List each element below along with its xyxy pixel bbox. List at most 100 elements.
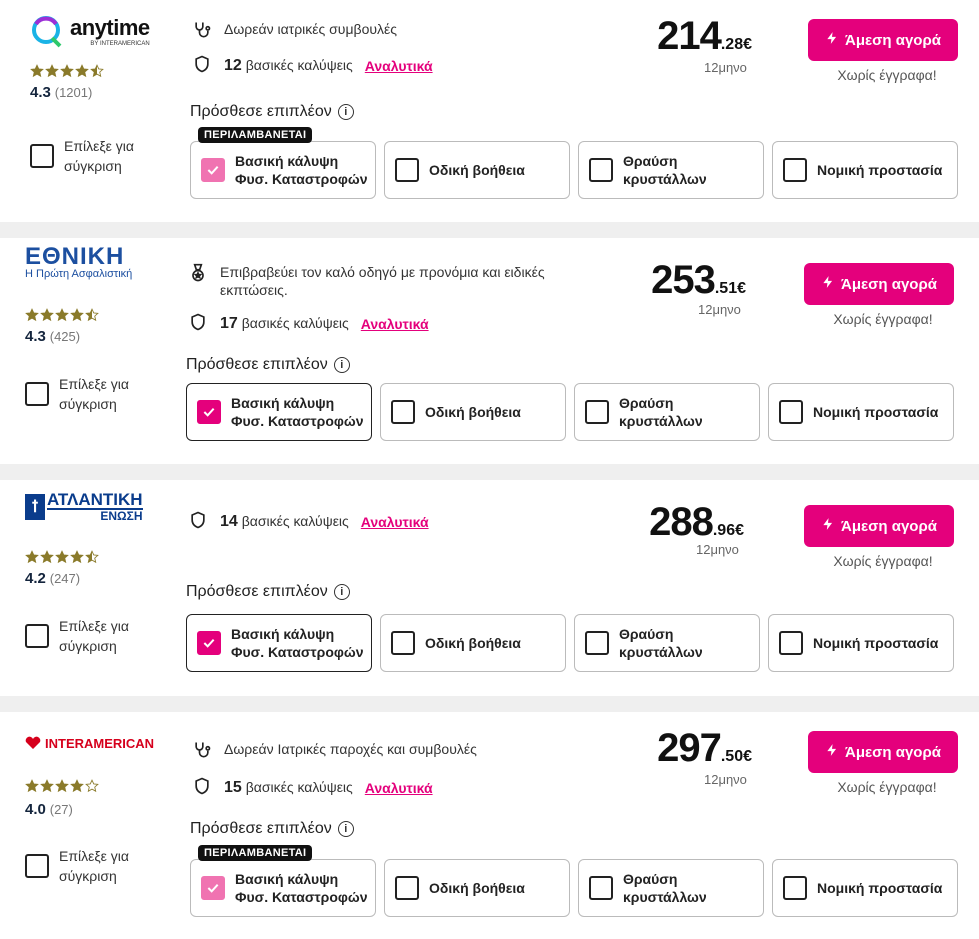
addon-checkbox[interactable] bbox=[395, 876, 419, 900]
star-icon bbox=[85, 779, 99, 793]
star-icon bbox=[85, 550, 99, 564]
buy-now-button[interactable]: Άμεση αγορά bbox=[804, 505, 954, 547]
addon-checkbox[interactable] bbox=[197, 400, 221, 424]
info-icon[interactable]: i bbox=[337, 821, 354, 837]
price-integer: 253 bbox=[651, 258, 716, 302]
compare-label: Επίλεξε για σύγκριση bbox=[59, 376, 129, 412]
addon-checkbox[interactable] bbox=[589, 158, 613, 182]
buy-now-button[interactable]: Άμεση αγορά bbox=[808, 19, 958, 61]
price: 214.28€ bbox=[592, 14, 752, 59]
logo-subtext: Η Πρώτη Ασφαλιστική bbox=[25, 268, 133, 280]
details-link[interactable]: Αναλυτικά bbox=[361, 514, 429, 530]
info-icon[interactable]: i bbox=[337, 104, 354, 120]
perk-row: Δωρεάν ιατρικές συμβουλές bbox=[192, 20, 592, 43]
addon-checkbox[interactable] bbox=[589, 876, 613, 900]
addon-checkbox[interactable] bbox=[783, 158, 807, 182]
addon-option[interactable]: Βασική κάλυψη Φυσ. Καταστροφών bbox=[186, 383, 372, 441]
addon-option[interactable]: Νομική προστασία bbox=[768, 614, 954, 672]
addon-option[interactable]: Θραύση κρυστάλλων bbox=[574, 614, 760, 672]
addon-label: Θραύση κρυστάλλων bbox=[623, 153, 707, 187]
compare-checkbox[interactable]: Επίλεξε για σύγκριση bbox=[25, 846, 139, 886]
addon-checkbox[interactable] bbox=[585, 631, 609, 655]
addon-option[interactable]: Νομική προστασία bbox=[772, 859, 958, 917]
checkbox[interactable] bbox=[25, 382, 49, 406]
coverages-label: βασικές καλύψεις bbox=[245, 778, 353, 795]
coverages-count: 15 bbox=[224, 778, 242, 796]
rating-value: 4.0 bbox=[25, 801, 46, 818]
addon-checkbox[interactable] bbox=[585, 400, 609, 424]
star-icon bbox=[90, 64, 104, 78]
addon-checkbox[interactable] bbox=[201, 876, 225, 900]
addon-option[interactable]: Θραύση κρυστάλλων bbox=[578, 859, 764, 917]
perk-row: Επιβραβεύει τον καλό οδηγό με προνόμια κ… bbox=[188, 263, 588, 299]
perk-text: Δωρεάν Ιατρικές παροχές και συμβουλές bbox=[224, 741, 477, 757]
addon-label: Οδική βοήθεια bbox=[425, 404, 521, 420]
compare-checkbox[interactable]: Επίλεξε για σύγκριση bbox=[25, 374, 139, 414]
buy-label: Άμεση αγορά bbox=[845, 31, 941, 49]
star-icon bbox=[40, 308, 54, 322]
addon-label: Θραύση κρυστάλλων bbox=[619, 626, 703, 660]
addon-option[interactable]: Οδική βοήθεια bbox=[384, 141, 570, 199]
addon-option[interactable]: Βασική κάλυψη Φυσ. Καταστροφών bbox=[190, 859, 376, 917]
checkbox[interactable] bbox=[25, 854, 49, 878]
insurer-logo: INTERAMERICAN bbox=[25, 726, 154, 760]
rating-stars bbox=[30, 64, 104, 78]
coverages-count: 17 bbox=[220, 314, 238, 332]
add-more-heading: Πρόσθεσε επιπλέον i bbox=[186, 356, 350, 374]
stethoscope-icon bbox=[192, 20, 212, 43]
addon-label: Βασική κάλυψη Φυσ. Καταστροφών bbox=[235, 871, 368, 905]
addon-option[interactable]: Οδική βοήθεια bbox=[380, 383, 566, 441]
details-link[interactable]: Αναλυτικά bbox=[365, 780, 433, 796]
no-documents-note: Χωρίς έγγραφα! bbox=[837, 779, 937, 795]
addon-label: Οδική βοήθεια bbox=[429, 162, 525, 178]
addon-checkbox[interactable] bbox=[783, 876, 807, 900]
buy-label: Άμεση αγορά bbox=[841, 517, 937, 535]
addon-checkbox[interactable] bbox=[779, 400, 803, 424]
buy-label: Άμεση αγορά bbox=[845, 743, 941, 761]
lightning-icon bbox=[821, 275, 835, 293]
star-icon bbox=[40, 550, 54, 564]
checkbox[interactable] bbox=[25, 624, 49, 648]
buy-now-button[interactable]: Άμεση αγορά bbox=[808, 731, 958, 773]
shield-icon bbox=[192, 54, 212, 77]
addon-checkbox[interactable] bbox=[779, 631, 803, 655]
review-count: (1201) bbox=[54, 85, 93, 100]
coverages-count: 12 bbox=[224, 56, 242, 74]
addon-option[interactable]: Οδική βοήθεια bbox=[384, 859, 570, 917]
rating: 4.3 (1201) bbox=[30, 84, 92, 101]
addon-option[interactable]: Οδική βοήθεια bbox=[380, 614, 566, 672]
compare-checkbox[interactable]: Επίλεξε για σύγκριση bbox=[25, 616, 139, 656]
addon-option[interactable]: Θραύση κρυστάλλων bbox=[578, 141, 764, 199]
info-icon[interactable]: i bbox=[333, 584, 350, 600]
price-integer: 214 bbox=[657, 14, 722, 58]
addon-checkbox[interactable] bbox=[201, 158, 225, 182]
checkbox[interactable] bbox=[30, 144, 54, 168]
details-link[interactable]: Αναλυτικά bbox=[365, 58, 433, 74]
addon-option[interactable]: Βασική κάλυψη Φυσ. Καταστροφών bbox=[190, 141, 376, 199]
addon-label: Νομική προστασία bbox=[813, 404, 939, 420]
addon-checkbox[interactable] bbox=[391, 631, 415, 655]
buy-now-button[interactable]: Άμεση αγορά bbox=[804, 263, 954, 305]
perk-row: Δωρεάν Ιατρικές παροχές και συμβουλές bbox=[192, 740, 592, 763]
add-more-label: Πρόσθεσε επιπλέον bbox=[190, 820, 332, 837]
star-icon bbox=[85, 308, 99, 322]
addon-option[interactable]: Νομική προστασία bbox=[768, 383, 954, 441]
price-decimals: .96€ bbox=[712, 522, 744, 539]
addon-option[interactable]: Θραύση κρυστάλλων bbox=[574, 383, 760, 441]
coverages-text: 15 βασικές καλύψεις bbox=[224, 779, 353, 797]
add-more-label: Πρόσθεσε επιπλέον bbox=[186, 583, 328, 600]
price: 253.51€ bbox=[586, 258, 746, 303]
addon-checkbox[interactable] bbox=[391, 400, 415, 424]
addon-label: Θραύση κρυστάλλων bbox=[623, 871, 707, 905]
price: 288.96€ bbox=[584, 500, 744, 545]
star-icon bbox=[25, 779, 39, 793]
details-link[interactable]: Αναλυτικά bbox=[361, 316, 429, 332]
addon-option[interactable]: Νομική προστασία bbox=[772, 141, 958, 199]
addon-option[interactable]: Βασική κάλυψη Φυσ. Καταστροφών bbox=[186, 614, 372, 672]
offer-card: ꝉ ΑΤΛΑΝΤΙΚΗ ΕΝΩΣΗ 4.2 (247) Επίλεξε για σύγκ… bbox=[0, 480, 979, 696]
info-icon[interactable]: i bbox=[333, 357, 350, 373]
compare-checkbox[interactable]: Επίλεξε για σύγκριση bbox=[30, 136, 144, 176]
addon-checkbox[interactable] bbox=[395, 158, 419, 182]
addon-checkbox[interactable] bbox=[197, 631, 221, 655]
star-icon bbox=[70, 779, 84, 793]
